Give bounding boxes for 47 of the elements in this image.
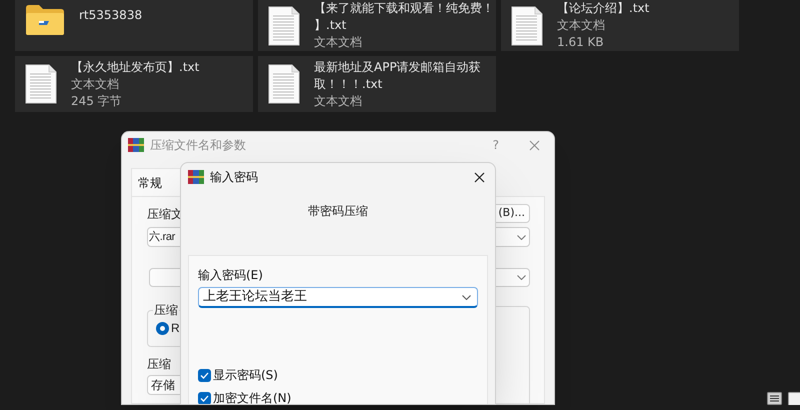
- password-combobox[interactable]: 上老王论坛当老王: [198, 287, 478, 308]
- file-name: 【论坛介绍】.txt: [557, 0, 650, 17]
- file-tile[interactable]: 最新地址及APP请发邮箱自动获 取！！！.txt 文本文档: [258, 56, 496, 112]
- checkmark-icon: [200, 372, 209, 378]
- text-file-icon: [511, 6, 543, 46]
- file-tile[interactable]: rt5353838: [15, 0, 253, 51]
- checkbox[interactable]: [198, 368, 211, 382]
- dialog-heading: 带密码压缩: [308, 203, 368, 220]
- file-name: rt5353838: [79, 7, 142, 24]
- details-view-icon[interactable]: [767, 392, 782, 405]
- file-detail: 文本文档: [314, 34, 363, 51]
- file-name: 】.txt: [314, 17, 348, 34]
- folder-icon: [25, 4, 65, 36]
- tiles-view-icon[interactable]: [788, 392, 800, 405]
- checkbox[interactable]: [198, 392, 211, 404]
- archive-app-icon: [128, 138, 144, 152]
- text-file-icon: [268, 64, 300, 104]
- checkbox-label: 显示密码(S): [213, 367, 278, 384]
- file-tile[interactable]: 【论坛介绍】.txt 文本文档 1.61 KB: [501, 0, 739, 51]
- file-name: 最新地址及APP请发邮箱自动获: [314, 58, 481, 76]
- file-detail: 文本文档: [557, 17, 606, 34]
- file-detail: 文本文档: [71, 76, 120, 92]
- file-name: 【永久地址发布页】.txt: [71, 58, 200, 76]
- file-detail: 1.61 KB: [557, 34, 605, 51]
- checkmark-icon: [200, 394, 209, 402]
- checkbox-label: 加密文件名(N): [213, 390, 292, 404]
- archive-app-icon: [188, 170, 204, 184]
- file-name: 【来了就能下载和观看！纯免费！: [314, 0, 494, 17]
- chevron-icon: [517, 234, 526, 240]
- close-icon[interactable]: [474, 172, 485, 182]
- chevron-icon: [462, 294, 471, 300]
- text-file-icon: [25, 64, 57, 104]
- radio-button[interactable]: [156, 322, 169, 334]
- group-label: 压缩: [153, 302, 179, 319]
- window-title: 压缩文件名和参数: [150, 137, 246, 154]
- file-tile[interactable]: 【永久地址发布页】.txt 文本文档 245 字节: [15, 56, 253, 112]
- file-detail: 文本文档: [314, 92, 363, 110]
- field-label: 压缩: [147, 356, 172, 373]
- tab[interactable]: 常规: [131, 168, 181, 196]
- chevron-icon: [517, 275, 526, 280]
- window-title: 输入密码: [210, 169, 258, 186]
- file-tile[interactable]: 【来了就能下载和观看！纯免费！ 】.txt 文本文档: [258, 0, 496, 51]
- radio-label: R: [171, 320, 180, 337]
- file-detail: 245 字节: [71, 92, 123, 110]
- field-label: 输入密码(E): [198, 267, 263, 284]
- file-name: 取！！！.txt: [314, 76, 384, 92]
- text-file-icon: [268, 6, 300, 46]
